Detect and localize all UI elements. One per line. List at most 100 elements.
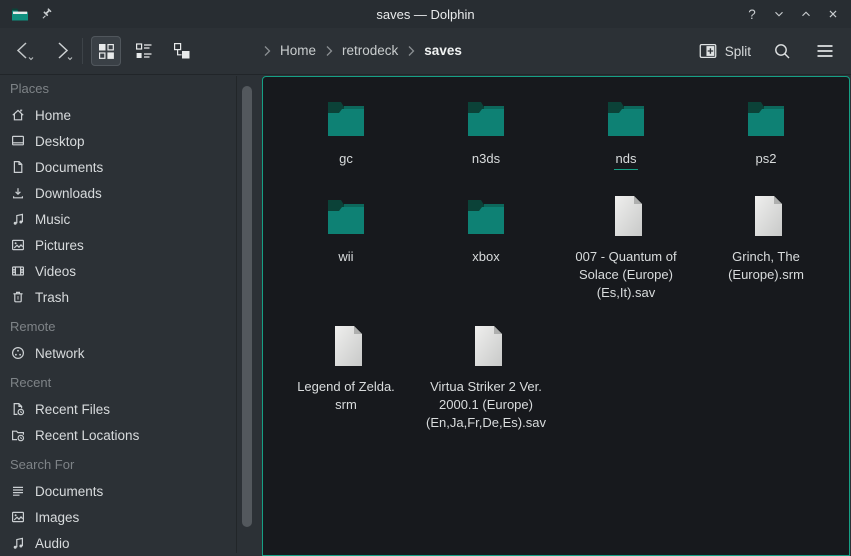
folder-view[interactable]: gc n3ds nds ps2 wii xbox 007 - Quantum ofSolac… (262, 76, 850, 556)
sidebar-scrollbar[interactable] (242, 86, 252, 527)
folder-item-xbox[interactable]: xbox (416, 192, 556, 302)
sidebar-section-remote: RemoteNetwork (0, 314, 236, 366)
sidebar-item-label: Recent Locations (35, 428, 139, 443)
split-button[interactable]: Split (698, 41, 751, 61)
sidebar-item-label: Trash (35, 290, 69, 305)
sidebar-item-music[interactable]: Music (0, 206, 236, 232)
folder-icon (322, 94, 370, 142)
titlebar: saves — Dolphin ? (0, 0, 851, 28)
sidebar-item-home[interactable]: Home (0, 102, 236, 128)
item-label: Grinch, The(Europe).srm (728, 248, 804, 284)
sidebar-section-places: Places Home Desktop Documents Downloads Music… (0, 76, 236, 310)
sidebar-item-recent-locations[interactable]: Recent Locations (0, 422, 236, 448)
window-controls: ? (744, 6, 841, 22)
folder-item-gc[interactable]: gc (276, 94, 416, 170)
details-view-button[interactable] (167, 36, 197, 66)
file-icon (742, 192, 790, 240)
compact-view-button[interactable] (129, 36, 159, 66)
hamburger-menu-button[interactable] (813, 36, 837, 66)
grid-row: wii xbox 007 - Quantum ofSolace (Europe)(E… (263, 192, 849, 302)
sidebar-item-recent-files[interactable]: Recent Files (0, 396, 236, 422)
folder-icon (322, 192, 370, 240)
sidebar-item-documents[interactable]: Documents (0, 154, 236, 180)
file-icon (322, 322, 370, 370)
sidebar-item-images[interactable]: Images (0, 504, 236, 530)
sidebar-item-desktop[interactable]: Desktop (0, 128, 236, 154)
breadcrumb-chevron-icon (407, 45, 415, 57)
file-item-virtua-striker-2-ver-2000-1-europe-en-ja-fr-de-es-sav[interactable]: Virtua Striker 2 Ver.2000.1 (Europe)(En,… (416, 322, 556, 432)
back-button[interactable] (10, 36, 40, 66)
video-icon (10, 263, 26, 279)
search-button[interactable] (770, 36, 794, 66)
sidebar-item-label: Videos (35, 264, 76, 279)
sidebar-section-header: Places (0, 76, 236, 102)
grid-row: Legend of Zelda.srm Virtua Striker 2 Ver.… (263, 322, 849, 432)
maximize-button[interactable] (798, 6, 814, 22)
item-label: nds (614, 150, 639, 170)
sidebar-item-label: Network (35, 346, 85, 361)
split-label: Split (725, 44, 751, 59)
item-label: wii (338, 248, 353, 266)
sidebar-item-pictures[interactable]: Pictures (0, 232, 236, 258)
lines-icon (10, 483, 26, 499)
split-icon (698, 41, 718, 61)
folder-item-wii[interactable]: wii (276, 192, 416, 302)
item-label: Virtua Striker 2 Ver.2000.1 (Europe)(En,… (426, 378, 546, 432)
sidebar-item-label: Downloads (35, 186, 102, 201)
sidebar-item-downloads[interactable]: Downloads (0, 180, 236, 206)
sidebar-item-documents[interactable]: Documents (0, 478, 236, 504)
sidebar-item-videos[interactable]: Videos (0, 258, 236, 284)
help-button[interactable]: ? (744, 6, 760, 22)
sidebar-section-header: Search For (0, 452, 236, 478)
music-icon (10, 211, 26, 227)
sidebar-section-recent: Recent Recent Files Recent Locations (0, 370, 236, 448)
download-icon (10, 185, 26, 201)
folder-icon (742, 94, 790, 142)
breadcrumb-segment-saves[interactable]: saves (424, 43, 462, 58)
sidebar-item-label: Recent Files (35, 402, 110, 417)
folder-item-nds[interactable]: nds (556, 94, 696, 170)
item-label: xbox (472, 248, 499, 266)
recent-locations-icon (10, 427, 26, 443)
dolphin-folder-icon (10, 4, 30, 24)
minimize-button[interactable] (771, 6, 787, 22)
toolbar-separator (82, 38, 83, 64)
sidebar-section-header: Recent (0, 370, 236, 396)
window-title: saves — Dolphin (0, 7, 851, 22)
sidebar-item-label: Documents (35, 484, 103, 499)
item-label: n3ds (472, 150, 500, 168)
sidebar-item-label: Documents (35, 160, 103, 175)
item-label: 007 - Quantum ofSolace (Europe)(Es,It).s… (575, 248, 676, 302)
document-icon (10, 159, 26, 175)
file-item-grinch-the-europe-srm[interactable]: Grinch, The(Europe).srm (696, 192, 836, 302)
image-icon (10, 237, 26, 253)
file-item-legend-of-zelda-srm[interactable]: Legend of Zelda.srm (276, 322, 416, 432)
grid-row: gc n3ds nds ps2 (263, 94, 849, 170)
folder-item-n3ds[interactable]: n3ds (416, 94, 556, 170)
home-icon (10, 107, 26, 123)
breadcrumb-chevron-icon (263, 45, 271, 57)
folder-item-ps2[interactable]: ps2 (696, 94, 836, 170)
network-icon (10, 345, 26, 361)
pin-icon[interactable] (39, 7, 54, 22)
sidebar-item-label: Home (35, 108, 71, 123)
icons-view-button[interactable] (91, 36, 121, 66)
sidebar-section-search-for: Search For Documents ImagesAudio (0, 452, 236, 553)
file-item-007-quantum-of-solace-europe-es-it-sav[interactable]: 007 - Quantum ofSolace (Europe)(Es,It).s… (556, 192, 696, 302)
toolbar: Home retrodeck saves Split (0, 28, 851, 75)
file-icon (462, 322, 510, 370)
breadcrumb-segment-retrodeck[interactable]: retrodeck (342, 43, 398, 58)
sidebar-item-audio[interactable]: Audio (0, 530, 236, 553)
sidebar-item-network[interactable]: Network (0, 340, 236, 366)
folder-icon (462, 192, 510, 240)
folder-icon (462, 94, 510, 142)
sidebar-item-trash[interactable]: Trash (0, 284, 236, 310)
music-icon (10, 535, 26, 551)
file-icon (602, 192, 650, 240)
close-button[interactable] (825, 6, 841, 22)
item-label: Legend of Zelda.srm (297, 378, 395, 414)
forward-button[interactable] (48, 36, 78, 66)
recent-files-icon (10, 401, 26, 417)
breadcrumb-segment-home[interactable]: Home (280, 43, 316, 58)
desktop-icon (10, 133, 26, 149)
